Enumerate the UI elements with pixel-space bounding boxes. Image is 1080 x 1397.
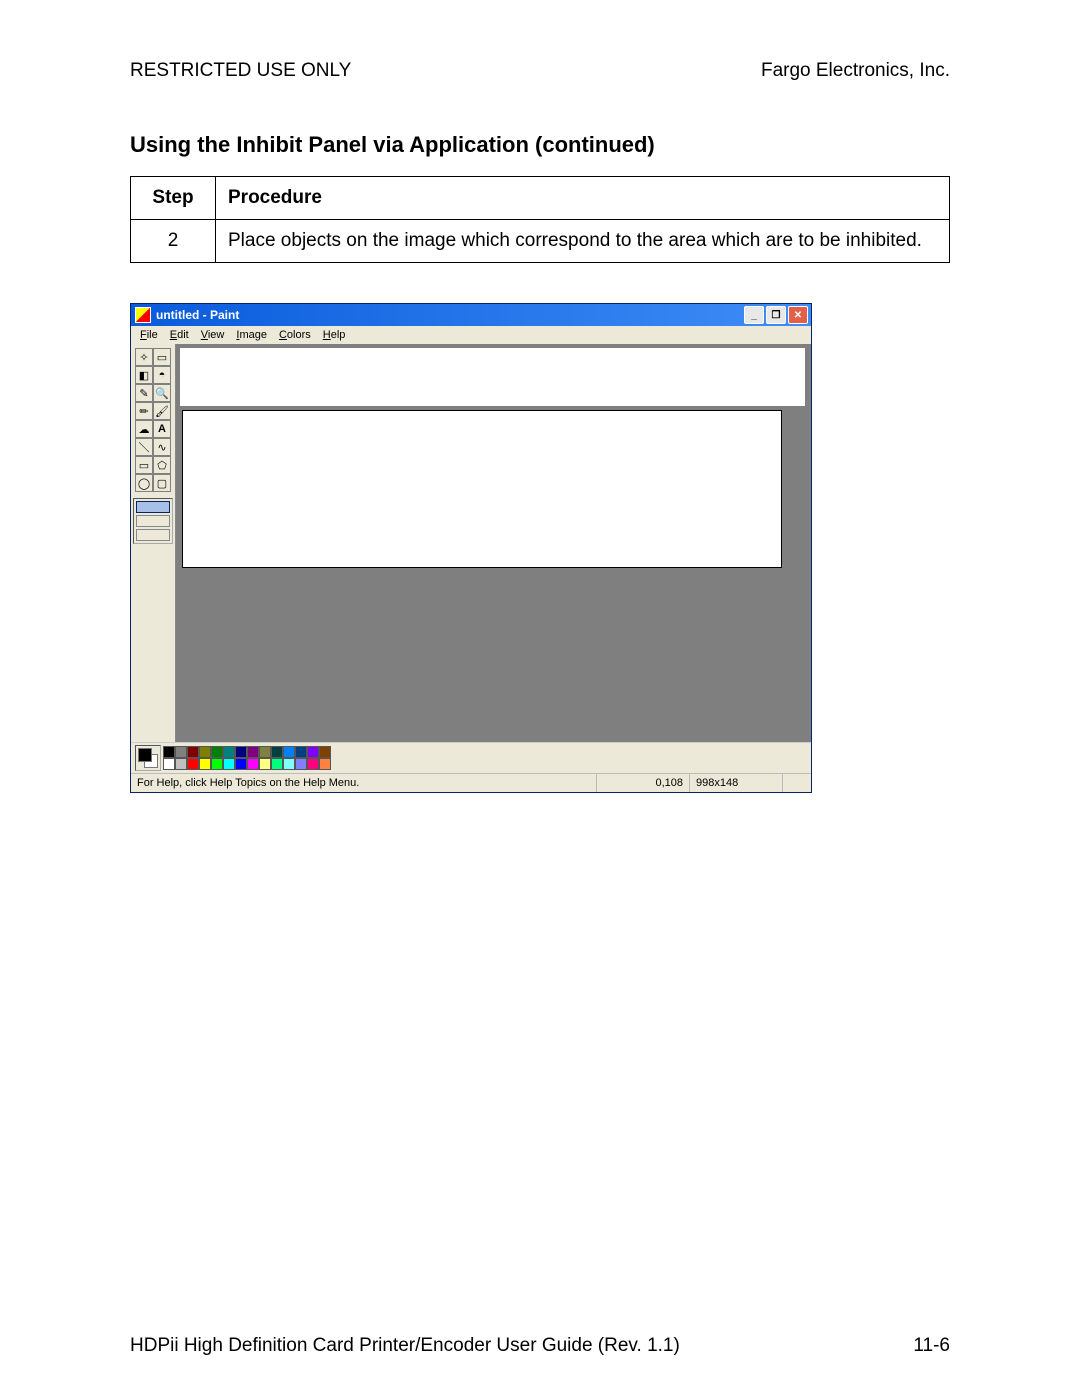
status-coord: 0,108 (597, 774, 690, 792)
tool-line[interactable]: ＼ (135, 438, 153, 456)
color-swatch[interactable] (295, 746, 307, 758)
th-step: Step (131, 177, 216, 220)
color-swatch[interactable] (235, 758, 247, 770)
tool-airbrush[interactable]: ☁ (135, 420, 153, 438)
color-swatch[interactable] (211, 758, 223, 770)
option-1[interactable] (136, 501, 170, 513)
paint-window: untitled - Paint _ ❐ ✕ File Edit View Im… (130, 303, 812, 793)
tool-text[interactable]: A (153, 420, 171, 438)
window-title: untitled - Paint (156, 308, 239, 322)
tool-select[interactable]: ▭ (153, 348, 171, 366)
color-swatch[interactable] (175, 758, 187, 770)
tool-fill[interactable]: ◓ (153, 366, 171, 384)
maximize-button[interactable]: ❐ (766, 306, 786, 324)
color-swatch[interactable] (247, 746, 259, 758)
tool-polygon[interactable]: ⬠ (153, 456, 171, 474)
color-swatch[interactable] (163, 758, 175, 770)
section-title: Using the Inhibit Panel via Application … (130, 132, 950, 158)
menu-file[interactable]: File (135, 328, 163, 342)
minimize-button[interactable]: _ (744, 306, 764, 324)
titlebar[interactable]: untitled - Paint _ ❐ ✕ (131, 304, 811, 326)
canvas-area[interactable] (175, 344, 811, 742)
tool-magnifier[interactable]: 🔍 (153, 384, 171, 402)
color-palette (163, 746, 331, 770)
fg-bg-selector[interactable] (135, 745, 161, 771)
color-swatch[interactable] (223, 746, 235, 758)
header-restricted: RESTRICTED USE ONLY (130, 60, 351, 82)
color-swatch[interactable] (319, 758, 331, 770)
tool-option-box (133, 498, 173, 544)
color-swatch[interactable] (199, 758, 211, 770)
color-swatch[interactable] (295, 758, 307, 770)
header-company: Fargo Electronics, Inc. (761, 60, 950, 82)
color-swatch[interactable] (283, 758, 295, 770)
td-step-num: 2 (131, 220, 216, 263)
color-swatch[interactable] (307, 758, 319, 770)
tool-rectangle[interactable]: ▭ (135, 456, 153, 474)
app-icon (135, 307, 151, 323)
tool-rounded-rect[interactable]: ▢ (153, 474, 171, 492)
tool-freeform-select[interactable]: ✧ (135, 348, 153, 366)
option-3[interactable] (136, 529, 170, 541)
color-swatch[interactable] (187, 746, 199, 758)
color-swatch[interactable] (271, 746, 283, 758)
menu-colors[interactable]: Colors (274, 328, 316, 342)
statusbar: For Help, click Help Topics on the Help … (131, 773, 811, 792)
color-swatch[interactable] (199, 746, 211, 758)
resize-grip[interactable] (783, 774, 811, 792)
color-swatch[interactable] (175, 746, 187, 758)
tool-brush[interactable]: 🖌 (153, 402, 171, 420)
color-box (131, 742, 811, 773)
tool-eraser[interactable]: ◧ (135, 366, 153, 384)
status-help: For Help, click Help Topics on the Help … (131, 774, 597, 792)
procedure-table: Step Procedure 2 Place objects on the im… (130, 176, 950, 263)
color-swatch[interactable] (235, 746, 247, 758)
color-swatch[interactable] (259, 758, 271, 770)
color-swatch[interactable] (307, 746, 319, 758)
color-swatch[interactable] (187, 758, 199, 770)
color-swatch[interactable] (271, 758, 283, 770)
close-button[interactable]: ✕ (788, 306, 808, 324)
tool-pencil[interactable]: ✏ (135, 402, 153, 420)
menu-help[interactable]: Help (318, 328, 351, 342)
color-swatch[interactable] (247, 758, 259, 770)
status-dim: 998x148 (690, 774, 783, 792)
menubar: File Edit View Image Colors Help (131, 326, 811, 344)
color-swatch[interactable] (211, 746, 223, 758)
fg-color (138, 748, 152, 762)
tool-picker[interactable]: ✎ (135, 384, 153, 402)
tool-ellipse[interactable]: ◯ (135, 474, 153, 492)
footer-page: 11-6 (913, 1335, 950, 1357)
color-swatch[interactable] (223, 758, 235, 770)
color-swatch[interactable] (259, 746, 271, 758)
menu-view[interactable]: View (196, 328, 230, 342)
td-step-text: Place objects on the image which corresp… (216, 220, 950, 263)
menu-image[interactable]: Image (231, 328, 272, 342)
canvas-background (180, 348, 805, 406)
tool-curve[interactable]: ∿ (153, 438, 171, 456)
color-swatch[interactable] (283, 746, 295, 758)
drawn-rectangle (182, 410, 782, 568)
color-swatch[interactable] (319, 746, 331, 758)
th-procedure: Procedure (216, 177, 950, 220)
option-2[interactable] (136, 515, 170, 527)
toolbox: ✧ ▭ ◧ ◓ ✎ 🔍 ✏ 🖌 ☁ A ＼ ∿ ▭ ⬠ ◯ ▢ (131, 344, 175, 742)
footer-guide: HDPii High Definition Card Printer/Encod… (130, 1335, 680, 1357)
menu-edit[interactable]: Edit (165, 328, 194, 342)
color-swatch[interactable] (163, 746, 175, 758)
